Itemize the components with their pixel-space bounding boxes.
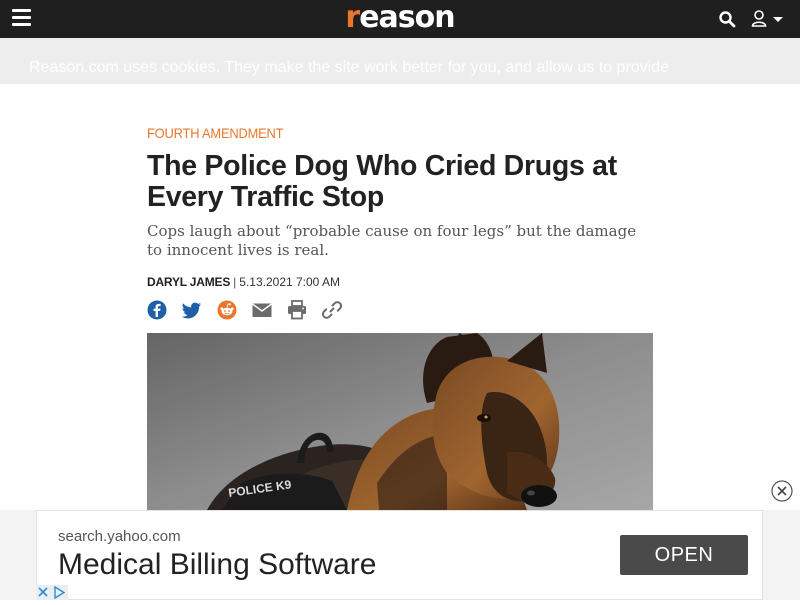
adchoices-icon[interactable] xyxy=(36,585,68,600)
ad-banner: search.yahoo.com Medical Billing Softwar… xyxy=(0,510,800,600)
ad-card[interactable]: search.yahoo.com Medical Billing Softwar… xyxy=(36,510,763,600)
byline: DARYL JAMES | 5.13.2021 7:00 AM xyxy=(147,275,340,289)
email-icon[interactable] xyxy=(252,300,272,320)
print-icon[interactable] xyxy=(287,300,307,320)
user-icon xyxy=(751,10,767,27)
cookie-close-icon[interactable]: ✕ xyxy=(738,80,758,84)
search-icon[interactable] xyxy=(718,10,736,28)
cookie-banner-text: Reason.com uses cookies. They make the s… xyxy=(29,59,670,76)
twitter-icon[interactable] xyxy=(182,300,202,320)
ad-close-icon[interactable] xyxy=(771,480,793,502)
top-nav-bar: reason xyxy=(0,0,800,38)
police-dog-photo: POLICE K9 xyxy=(147,333,653,510)
link-icon[interactable] xyxy=(322,300,342,320)
publish-date: 5.13.2021 7:00 AM xyxy=(239,275,341,289)
article-title: The Police Dog Who Cried Drugs at Every … xyxy=(147,150,617,213)
hero-image: POLICE K9 xyxy=(147,333,653,510)
article-category[interactable]: FOURTH AMENDMENT xyxy=(147,125,284,141)
ad-headline[interactable]: Medical Billing Software xyxy=(58,548,376,582)
site-logo[interactable]: reason xyxy=(0,2,800,34)
author-link[interactable]: DARYL JAMES xyxy=(147,275,230,289)
article-dek: Cops laugh about “probable cause on four… xyxy=(147,222,637,259)
user-menu-button[interactable] xyxy=(750,9,786,29)
cookie-banner: Reason.com uses cookies. They make the s… xyxy=(0,38,800,84)
ad-domain: search.yahoo.com xyxy=(58,528,181,545)
reddit-icon[interactable] xyxy=(217,300,237,320)
caret-down-icon xyxy=(773,17,783,22)
facebook-icon[interactable] xyxy=(147,300,167,320)
ad-open-button[interactable]: OPEN xyxy=(620,535,748,575)
byline-separator: | xyxy=(233,275,237,289)
